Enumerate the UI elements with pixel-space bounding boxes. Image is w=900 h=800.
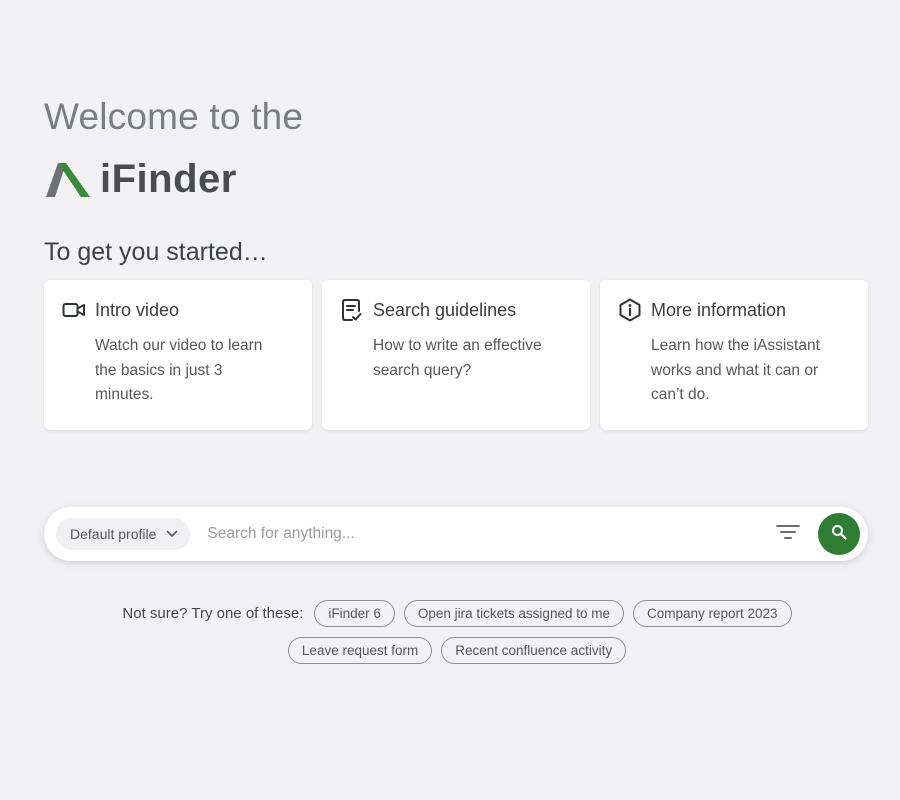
guidelines-document-icon — [340, 298, 364, 322]
started-heading: To get you started… — [44, 238, 268, 266]
intro-video-card[interactable]: Intro video Watch our video to learn the… — [44, 280, 312, 430]
suggestions-label: Not sure? Try one of these: — [122, 605, 304, 622]
info-hexagon-icon — [618, 298, 642, 322]
suggestions-row-2: Leave request form Recent confluence act… — [7, 637, 900, 664]
card-title: Intro video — [95, 299, 180, 320]
ifinder-logo-mark-icon — [44, 159, 92, 199]
suggestion-chip[interactable]: Open jira tickets assigned to me — [403, 600, 624, 627]
suggestion-chip[interactable]: Leave request form — [287, 637, 433, 664]
profile-label: Default profile — [70, 526, 157, 542]
profile-dropdown[interactable]: Default profile — [56, 518, 191, 550]
search-bar: Default profile — [44, 507, 868, 561]
filter-button[interactable] — [770, 516, 806, 552]
filter-icon — [776, 523, 800, 546]
getting-started-cards: Intro video Watch our video to learn the… — [44, 280, 868, 430]
card-title: More information — [651, 299, 787, 320]
logo-text: iFinder — [100, 157, 237, 201]
card-description: How to write an effective search query? — [373, 337, 542, 379]
more-information-card[interactable]: More information Learn how the iAssistan… — [600, 280, 868, 430]
chevron-down-icon — [166, 530, 178, 538]
search-guidelines-card[interactable]: Search guidelines How to write an effect… — [322, 280, 590, 430]
search-icon — [831, 524, 847, 545]
search-submit-button[interactable] — [818, 513, 860, 555]
suggestion-chip[interactable]: Company report 2023 — [632, 600, 792, 627]
ifinder-logo: iFinder — [44, 156, 237, 202]
video-camera-icon — [62, 298, 86, 322]
card-description: Learn how the iAssistant works and what … — [651, 337, 820, 403]
suggestion-chip[interactable]: iFinder 6 — [314, 600, 395, 627]
card-title: Search guidelines — [373, 299, 517, 320]
card-description: Watch our video to learn the basics in j… — [95, 337, 263, 403]
search-input[interactable] — [207, 514, 770, 554]
suggestion-chip[interactable]: Recent confluence activity — [441, 637, 627, 664]
suggestions-row-1: Not sure? Try one of these: iFinder 6 Op… — [7, 600, 900, 627]
welcome-heading: Welcome to the — [44, 96, 304, 137]
